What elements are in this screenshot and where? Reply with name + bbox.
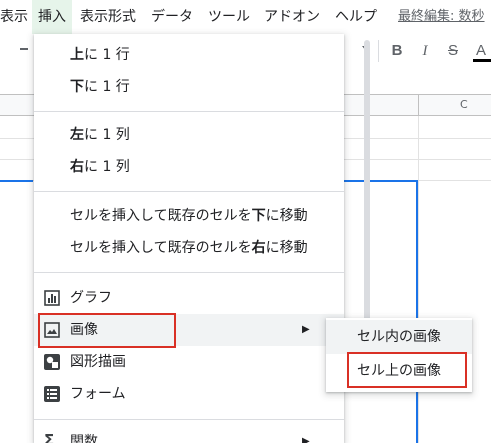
insert-cells-shift-right[interactable]: セルを挿入して既存のセルを右に移動	[34, 232, 344, 264]
submenu-arrow-icon: ▶	[302, 436, 310, 443]
menu-view[interactable]: 表示	[0, 0, 28, 34]
menu-scrollbar[interactable]	[364, 40, 370, 340]
italic-button[interactable]: I	[415, 40, 435, 62]
menu-separator	[34, 419, 344, 420]
insert-cells-shift-down[interactable]: セルを挿入して既存のセルを下に移動	[34, 200, 344, 232]
column-divider[interactable]	[418, 94, 419, 116]
menu-tools[interactable]: ツール	[208, 0, 258, 34]
last-edit-link[interactable]: 最終編集: 数秒	[398, 0, 485, 34]
menu-addons[interactable]: アドオン	[264, 0, 330, 34]
column-header-c[interactable]: C	[460, 94, 468, 116]
selection-border	[0, 180, 33, 182]
drawing-label: 図形描画	[70, 354, 126, 370]
cells-right-post: に移動	[265, 240, 308, 256]
menu-separator	[34, 272, 344, 273]
highlight-image-item	[38, 313, 176, 348]
bold-button[interactable]: B	[387, 40, 407, 62]
function-label: 関数	[70, 434, 98, 443]
row-above-bold: 上	[70, 47, 84, 63]
menu-data[interactable]: データ	[151, 0, 201, 34]
toolbar-separator	[378, 40, 379, 62]
insert-menu: 上に 1 行 下に 1 行 左に 1 列 右に 1 列 セルを挿入して既存のセル…	[34, 34, 370, 443]
col-right-bold: 右	[70, 159, 84, 175]
insert-row-above[interactable]: 上に 1 行	[34, 39, 344, 71]
row-below-bold: 下	[70, 79, 84, 95]
insert-row-below[interactable]: 下に 1 行	[34, 71, 344, 103]
menu-format[interactable]: 表示形式	[80, 0, 144, 34]
insert-column-left[interactable]: 左に 1 列	[34, 119, 344, 151]
menu-separator	[34, 191, 344, 192]
highlight-image-over-cells	[347, 352, 467, 388]
submenu-arrow-icon: ▶	[302, 324, 310, 335]
selection-border	[416, 180, 418, 443]
col-left-bold: 左	[70, 127, 84, 143]
toolbar-fragment	[20, 48, 28, 50]
form-icon	[44, 386, 60, 402]
grid-col-line	[418, 116, 419, 443]
drawing-icon	[44, 354, 60, 370]
selection-border	[344, 180, 418, 182]
col-right-text: に 1 列	[84, 159, 130, 175]
insert-column-right[interactable]: 右に 1 列	[34, 151, 344, 183]
chart-icon	[44, 290, 60, 306]
cells-down-post: に移動	[265, 208, 308, 224]
row-above-text: に 1 行	[84, 47, 130, 63]
insert-function[interactable]: Σ 関数 ▶	[34, 426, 344, 443]
sigma-icon: Σ	[44, 431, 55, 443]
form-label: フォーム	[70, 386, 126, 402]
strikethrough-button[interactable]: S	[443, 40, 463, 62]
col-left-text: に 1 列	[84, 127, 130, 143]
row-below-text: に 1 行	[84, 79, 130, 95]
menu-help[interactable]: ヘルプ	[335, 0, 385, 34]
insert-drawing[interactable]: 図形描画	[34, 346, 344, 378]
menu-separator	[34, 111, 344, 112]
insert-form[interactable]: フォーム	[34, 378, 344, 410]
cells-right-pre: セルを挿入して既存のセルを	[70, 240, 252, 256]
insert-chart[interactable]: グラフ	[34, 282, 344, 314]
cells-down-bold: 下	[251, 208, 266, 224]
text-color-bar	[473, 59, 491, 62]
image-in-cell[interactable]: セル内の画像	[326, 320, 472, 354]
cells-down-pre: セルを挿入して既存のセルを	[70, 208, 252, 224]
chart-label: グラフ	[70, 290, 112, 306]
cells-right-bold: 右	[251, 240, 266, 256]
menubar: 表示 挿入 表示形式 データ ツール アドオン ヘルプ 最終編集: 数秒	[0, 0, 491, 34]
menu-insert[interactable]: 挿入	[32, 0, 72, 34]
